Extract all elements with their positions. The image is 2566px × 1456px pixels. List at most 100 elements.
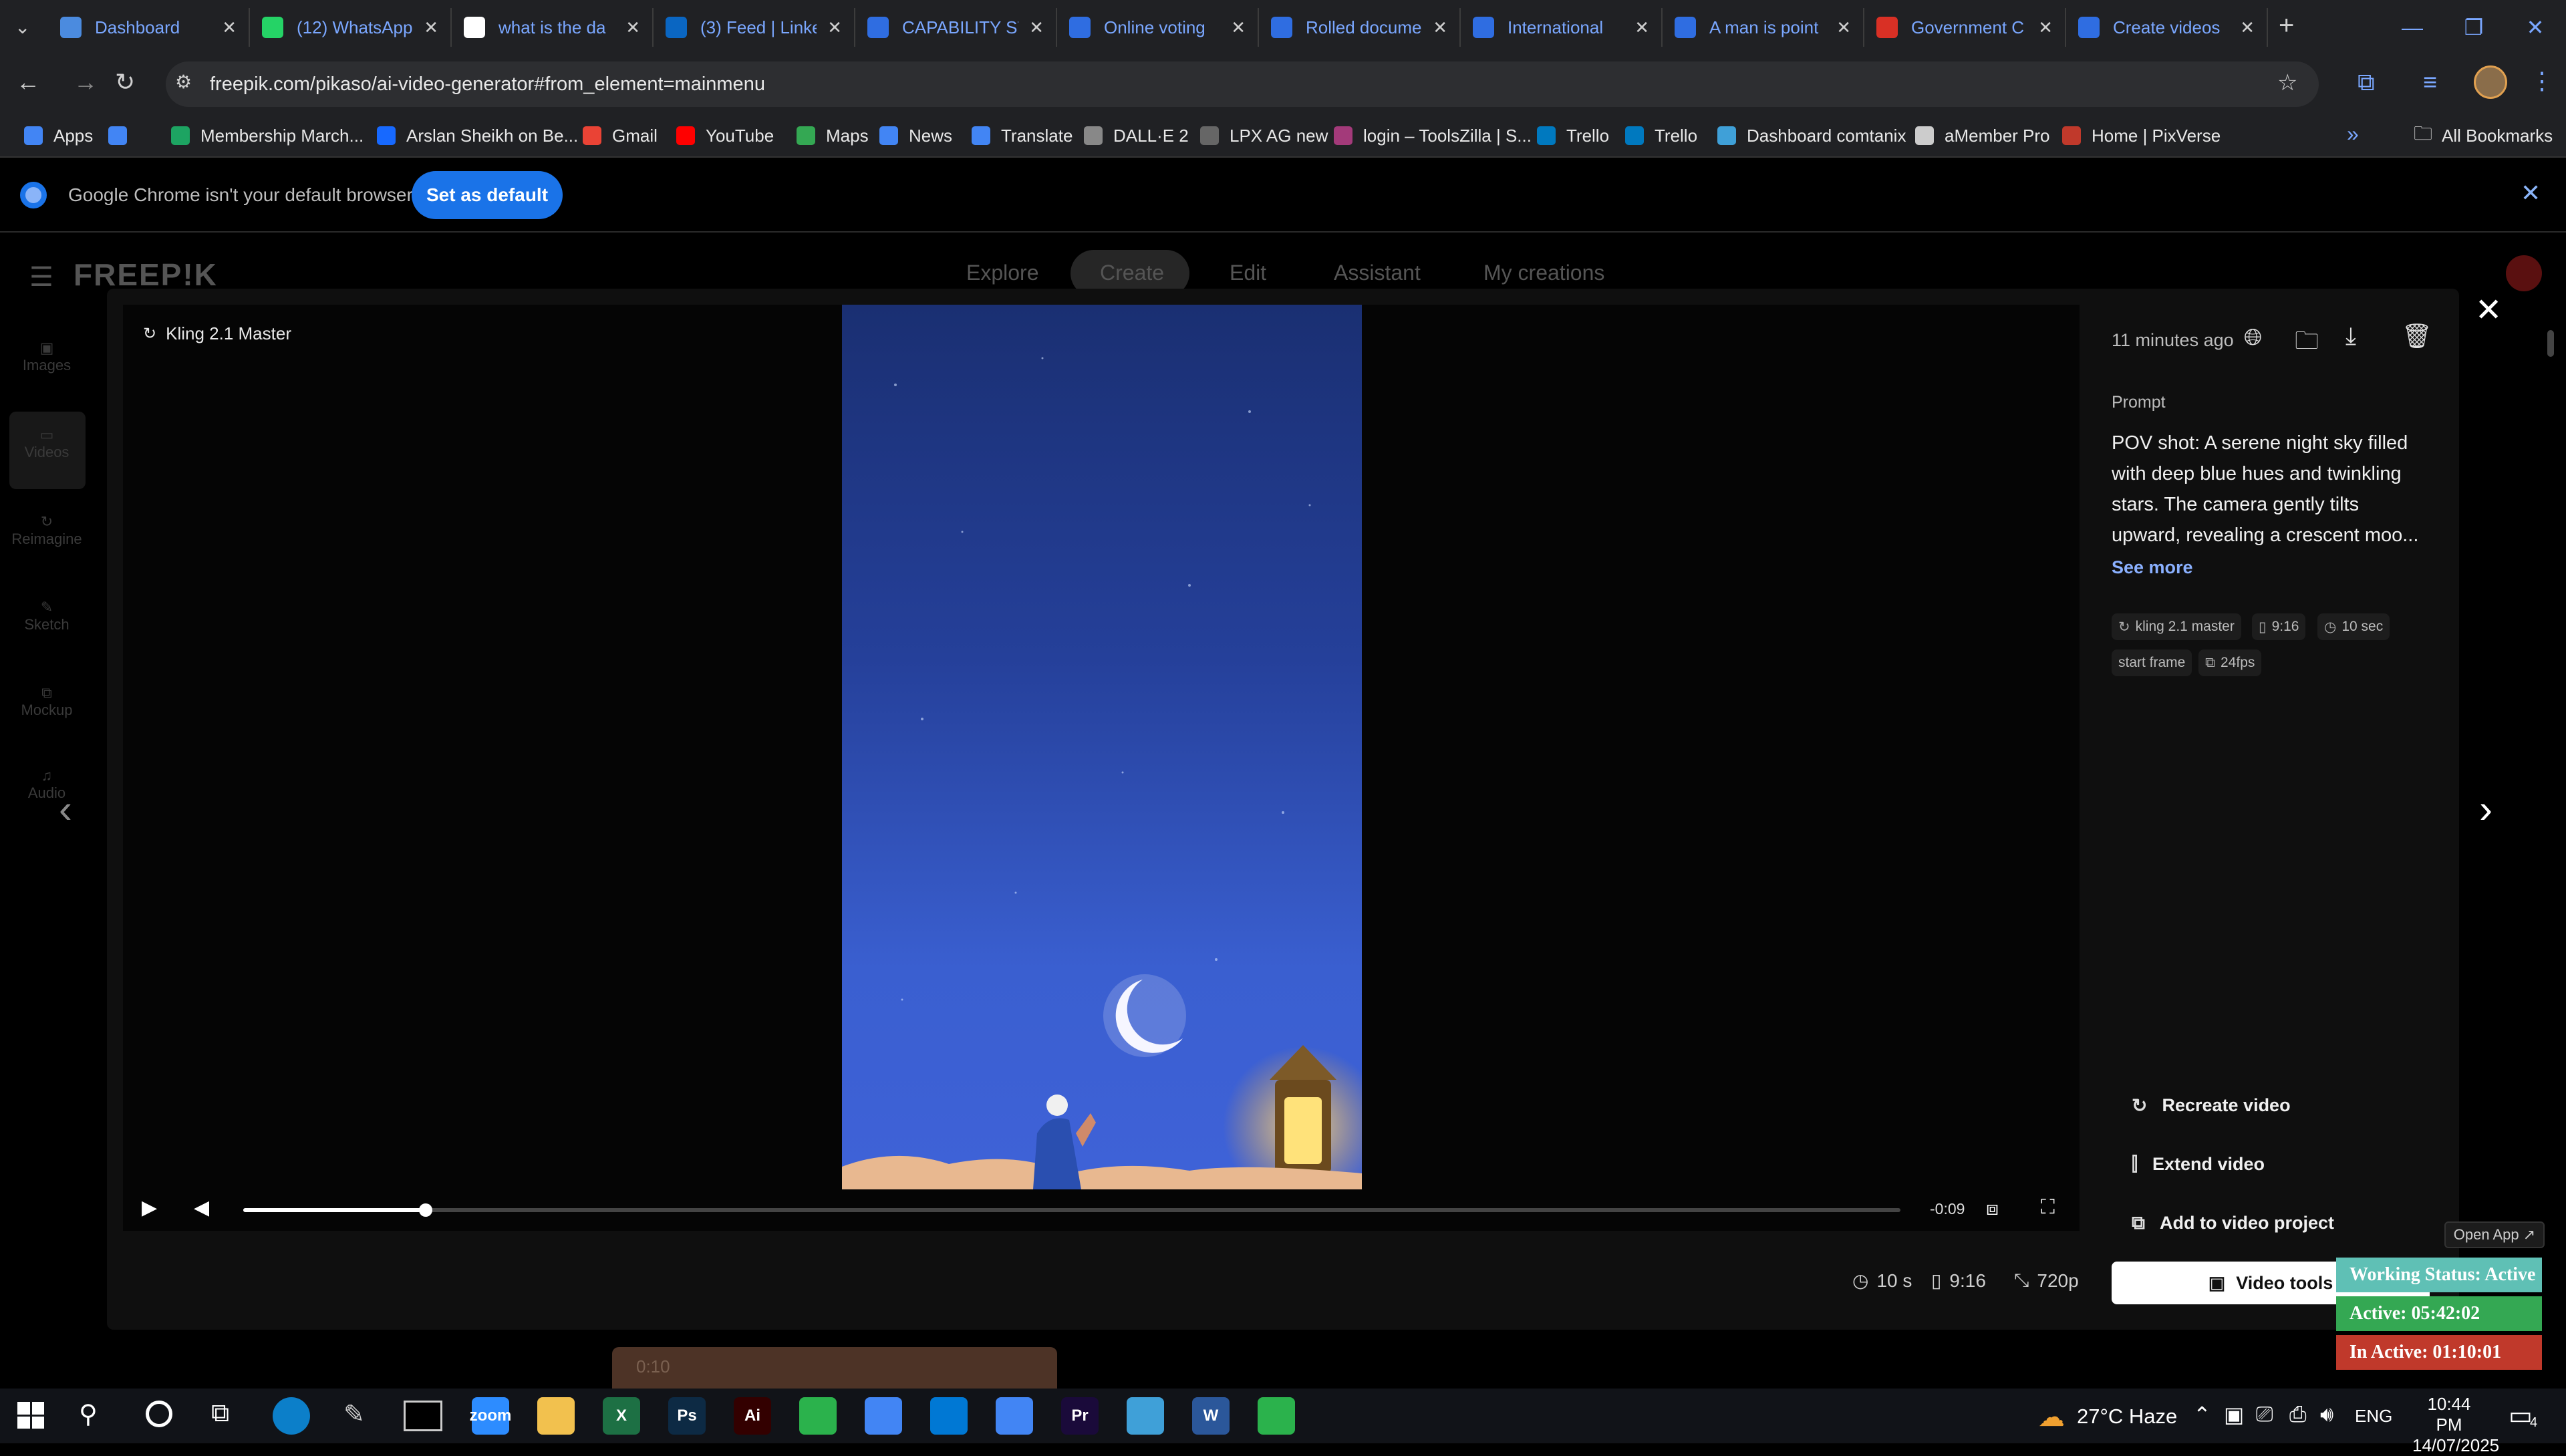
profile-avatar[interactable] [2474,65,2507,99]
minimize-button[interactable]: — [2382,0,2443,55]
tab-8[interactable]: International ✕ [1461,8,1663,47]
tab-close-icon[interactable]: ✕ [1836,17,1851,38]
recreate-video-button[interactable]: ↻ Recreate video [2132,1095,2291,1117]
app-green-icon[interactable] [799,1397,837,1435]
previous-arrow-icon[interactable]: ‹ [59,786,72,832]
bookmark-star-icon[interactable]: ☆ [2277,69,2297,96]
see-more-link[interactable]: See more [2112,557,2193,578]
tab-search-icon[interactable]: ⌄ [15,16,30,38]
chrome-menu-icon[interactable]: ⋮ [2530,67,2554,95]
search-icon[interactable]: ⚲ [79,1399,98,1429]
tab-11[interactable]: Create videos ✕ [2066,8,2268,47]
bookmark-1[interactable]: Apps [24,114,93,158]
tray-expand-icon[interactable]: ⌃ [2193,1402,2211,1427]
download-icon[interactable]: ⤓ [2345,322,2356,351]
nav-create[interactable]: Create [1100,261,1164,285]
terminal-icon[interactable] [404,1401,442,1431]
hamburger-menu-icon[interactable]: ☰ [29,262,53,293]
background-video-thumbnail[interactable]: 0:10 [612,1347,1057,1389]
sidebar-item-reimagine[interactable]: ↻ Reimagine [0,513,94,548]
task-view-icon[interactable]: ⧉ [211,1399,229,1428]
clock[interactable]: 10:44 PM 14/07/2025 [2412,1394,2499,1456]
picture-in-picture-icon[interactable]: ⧈ [1986,1197,1999,1220]
globe-icon[interactable]: 🌐︎ [2244,325,2262,351]
bookmark-17[interactable]: Home | PixVerse [2062,114,2221,158]
tab-5[interactable]: CAPABILITY ST ✕ [855,8,1057,47]
set-default-button[interactable]: Set as default [412,171,563,219]
tab-close-icon[interactable]: ✕ [1231,17,1246,38]
video-frame[interactable] [842,305,1362,1189]
tab-10[interactable]: Government C ✕ [1864,8,2066,47]
folder-add-icon[interactable]: 🗀 [2295,323,2319,364]
network-icon[interactable]: ⎙ [2289,1402,2307,1427]
vscode-icon[interactable] [930,1397,968,1435]
app-blue-icon[interactable] [1127,1397,1164,1435]
sidebar-item-mockup[interactable]: ⧉ Mockup [0,684,94,719]
chrome-icon[interactable] [865,1397,902,1435]
photoshop-icon[interactable]: Ps [668,1397,706,1435]
bookmark-16[interactable]: aMember Pro [1915,114,2050,158]
open-app-button[interactable]: Open App ↗ [2444,1221,2545,1248]
extensions-icon[interactable]: ⧉ [2358,68,2375,97]
sidebar-item-audio[interactable]: ♫ Audio [0,767,94,802]
tab-close-icon[interactable]: ✕ [1634,17,1649,38]
display-icon[interactable]: ⎚ [2256,1402,2273,1427]
sidebar-item-images[interactable]: ▣ Images [0,339,94,374]
tab-close-icon[interactable]: ✕ [424,17,438,38]
meet-icon[interactable]: ▣ [2224,1402,2244,1427]
freepik-logo[interactable]: FREEP!K [74,257,218,293]
app-green-2-icon[interactable] [1258,1397,1295,1435]
edge-icon[interactable] [273,1397,310,1435]
nav-my-creations[interactable]: My creations [1483,261,1604,285]
file-explorer-icon[interactable] [537,1397,575,1435]
weather-text[interactable]: 27°C Haze [2077,1405,2177,1429]
close-window-button[interactable]: ✕ [2505,0,2566,55]
add-to-project-button[interactable]: ⧉ Add to video project [2132,1212,2334,1234]
media-control-icon[interactable]: ≡ [2423,68,2437,96]
sidebar-item-sketch[interactable]: ✎ Sketch [0,599,94,633]
tab-close-icon[interactable]: ✕ [827,17,842,38]
mute-icon[interactable]: ◀ [194,1196,209,1219]
bookmark-3[interactable]: Membership March... [171,114,364,158]
tab-close-icon[interactable]: ✕ [625,17,640,38]
windows-start-icon[interactable] [17,1402,44,1429]
bookmark-2[interactable] [108,114,138,158]
tab-close-icon[interactable]: ✕ [2240,17,2255,38]
bookmark-12[interactable]: login – ToolsZilla | S... [1334,114,1532,158]
bookmark-13[interactable]: Trello [1537,114,1609,158]
weather-icon[interactable]: ☁ [2038,1402,2065,1433]
bookmark-11[interactable]: LPX AG new [1200,114,1328,158]
tab-9[interactable]: A man is point ✕ [1663,8,1864,47]
restore-button[interactable]: ❐ [2443,0,2505,55]
volume-icon[interactable]: 🔊︎ [2320,1402,2333,1427]
trash-icon[interactable]: 🗑 [2402,322,2432,350]
illustrator-icon[interactable]: Ai [734,1397,771,1435]
site-info-icon[interactable]: ⚙ [175,71,192,93]
chrome-profile-icon[interactable] [996,1397,1033,1435]
bookmark-15[interactable]: Dashboard comtanix [1717,114,1906,158]
user-avatar[interactable] [2506,255,2542,291]
language-indicator[interactable]: ENG [2355,1406,2392,1427]
tab-close-icon[interactable]: ✕ [1029,17,1044,38]
bookmark-8[interactable]: News [879,114,952,158]
address-bar[interactable]: ⚙ freepik.com/pikaso/ai-video-generator#… [166,61,2319,107]
play-icon[interactable]: ▶ [142,1196,157,1219]
premiere-icon[interactable]: Pr [1061,1397,1099,1435]
pen-icon[interactable]: ✎ [343,1399,365,1429]
bookmark-5[interactable]: Gmail [583,114,658,158]
reload-icon[interactable]: ↻ [115,68,135,96]
tab-3[interactable]: what is the da ✕ [452,8,654,47]
sidebar-item-videos[interactable]: ▭ Videos [0,426,94,461]
bookmark-14[interactable]: Trello [1625,114,1697,158]
all-bookmarks-folder[interactable]: 🗀 All Bookmarks [2414,114,2553,158]
seek-track[interactable] [243,1203,1900,1217]
bookmark-7[interactable]: Maps [797,114,869,158]
bookmark-4[interactable]: Arslan Sheikh on Be... [377,114,578,158]
bookmark-10[interactable]: DALL·E 2 [1084,114,1189,158]
nav-explore[interactable]: Explore [966,261,1039,285]
tab-2[interactable]: (12) WhatsApp ✕ [250,8,452,47]
fullscreen-icon[interactable]: ⛶ [2041,1196,2055,1219]
bookmark-6[interactable]: YouTube [676,114,774,158]
bookmark-9[interactable]: Translate [972,114,1073,158]
tab-4[interactable]: (3) Feed | Linke ✕ [654,8,855,47]
